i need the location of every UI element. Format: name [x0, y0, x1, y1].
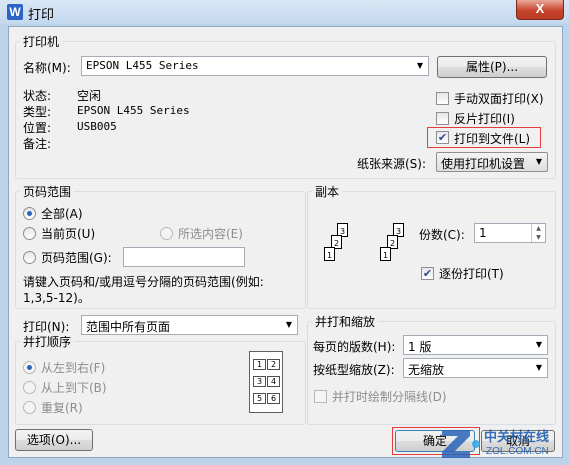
page-range-legend: 页码范围 [23, 185, 72, 199]
range-pages-radio[interactable] [23, 251, 36, 264]
page-icon: 1 [324, 247, 335, 261]
scale-select[interactable]: 无缩放 ▼ [403, 358, 548, 378]
chevron-down-icon: ▼ [535, 340, 543, 349]
print-dialog-window: W 打印 X 打印机 名称(M): EPSON L455 Series ▼ 属性… [0, 0, 569, 464]
printer-properties-button[interactable]: 属性(P)... [437, 56, 547, 78]
window-title: 打印 [28, 8, 55, 23]
zoom-legend: 并打和缩放 [315, 315, 376, 329]
range-all-radio[interactable] [23, 207, 36, 220]
order-left-right-radio[interactable] [23, 361, 36, 374]
type-label: 类型: [23, 105, 52, 119]
order-repeat-radio[interactable] [23, 401, 36, 414]
scale-label: 按纸型缩放(Z): [313, 363, 395, 377]
paper-source-label: 纸张来源(S): [357, 157, 427, 171]
range-current-radio[interactable] [23, 227, 36, 240]
collate-label[interactable]: 逐份打印(T) [439, 265, 504, 282]
copies-legend: 副本 [315, 185, 340, 199]
chevron-down-icon: ▼ [535, 363, 543, 372]
order-left-right-label[interactable]: 从左到右(F) [41, 359, 105, 376]
order-top-bottom-label[interactable]: 从上到下(B) [41, 379, 107, 396]
preview-cell: 6 [267, 393, 280, 404]
range-selection-radio[interactable] [160, 227, 173, 240]
preview-cell: 4 [267, 376, 280, 387]
chevron-down-icon: ▼ [535, 157, 543, 166]
preview-cell: 1 [253, 359, 266, 370]
zol-watermark-logo: 中关村在线 ZOL.COM.CN [440, 424, 568, 462]
reverse-print-label[interactable]: 反片打印(I) [454, 110, 515, 127]
print-to-file-checkbox[interactable]: ✔ [436, 131, 449, 144]
pages-per-sheet-select[interactable]: 1 版 ▼ [403, 335, 548, 355]
status-label: 状态: [23, 89, 52, 103]
location-label: 位置: [23, 121, 52, 135]
paper-source-value: 使用打印机设置 [441, 157, 526, 171]
location-value: USB005 [77, 120, 117, 133]
collate-checkbox[interactable]: ✔ [421, 267, 434, 280]
range-all-label[interactable]: 全部(A) [41, 205, 83, 222]
zol-watermark-text-bottom: ZOL.COM.CN [486, 446, 549, 457]
collate-illustration-1: 3 2 1 [317, 217, 357, 273]
range-current-label[interactable]: 当前页(U) [41, 225, 95, 242]
copies-count-input[interactable]: 1 ▲ ▼ [474, 223, 546, 243]
scale-value: 无缩放 [408, 363, 445, 377]
wps-writer-icon: W [7, 4, 23, 20]
comment-label: 备注: [23, 137, 52, 151]
close-button[interactable]: X [516, 0, 564, 20]
preview-cell: 3 [253, 376, 266, 387]
order-repeat-label[interactable]: 重复(R) [41, 399, 83, 416]
status-value: 空闲 [77, 89, 102, 103]
paper-source-select[interactable]: 使用打印机设置 ▼ [436, 152, 548, 172]
page-range-input[interactable] [123, 247, 245, 267]
print-order-legend: 并打顺序 [23, 335, 72, 349]
range-pages-label[interactable]: 页码范围(G): [41, 249, 112, 266]
printer-name-value: EPSON L455 Series [86, 59, 199, 72]
print-what-select[interactable]: 范围中所有页面 ▼ [81, 315, 298, 335]
copies-count-label: 份数(C): [419, 228, 465, 242]
collate-illustration-2: 3 2 1 [373, 217, 413, 273]
print-to-file-label[interactable]: 打印到文件(L) [454, 130, 530, 147]
manual-duplex-label[interactable]: 手动双面打印(X) [454, 90, 544, 107]
type-value: EPSON L455 Series [77, 104, 190, 117]
zol-watermark-text-top: 中关村在线 [484, 430, 550, 445]
dialog-client-area: 打印机 名称(M): EPSON L455 Series ▼ 属性(P)... … [8, 26, 563, 458]
printer-name-label: 名称(M): [23, 61, 71, 75]
preview-cell: 5 [253, 393, 266, 404]
page-range-hint-2: 1,3,5-12)。 [23, 291, 90, 305]
pages-per-sheet-value: 1 版 [408, 340, 432, 354]
page-range-hint-1: 请键入页码和/或用逗号分隔的页码范围(例如: [23, 275, 264, 289]
options-button[interactable]: 选项(O)... [15, 429, 93, 451]
range-selection-label[interactable]: 所选内容(E) [178, 225, 243, 242]
printer-group-legend: 打印机 [23, 35, 60, 49]
order-preview-sheet: 1 2 3 4 5 6 [249, 351, 283, 413]
copies-count-value: 1 [479, 226, 487, 240]
spinner-arrows-icon[interactable]: ▲ ▼ [531, 224, 545, 242]
page-icon: 1 [380, 247, 391, 261]
order-top-bottom-radio[interactable] [23, 381, 36, 394]
chevron-down-icon: ▼ [416, 61, 424, 70]
preview-cell: 2 [267, 359, 280, 370]
reverse-print-checkbox[interactable] [436, 112, 449, 125]
draw-separator-checkbox[interactable] [314, 390, 327, 403]
chevron-down-icon: ▼ [285, 320, 293, 329]
printer-name-select[interactable]: EPSON L455 Series ▼ [81, 56, 429, 76]
title-bar[interactable]: W 打印 X [0, 0, 569, 24]
draw-separator-label[interactable]: 并打时绘制分隔线(D) [332, 388, 447, 405]
pages-per-sheet-label: 每页的版数(H): [313, 340, 396, 354]
manual-duplex-checkbox[interactable] [436, 92, 449, 105]
